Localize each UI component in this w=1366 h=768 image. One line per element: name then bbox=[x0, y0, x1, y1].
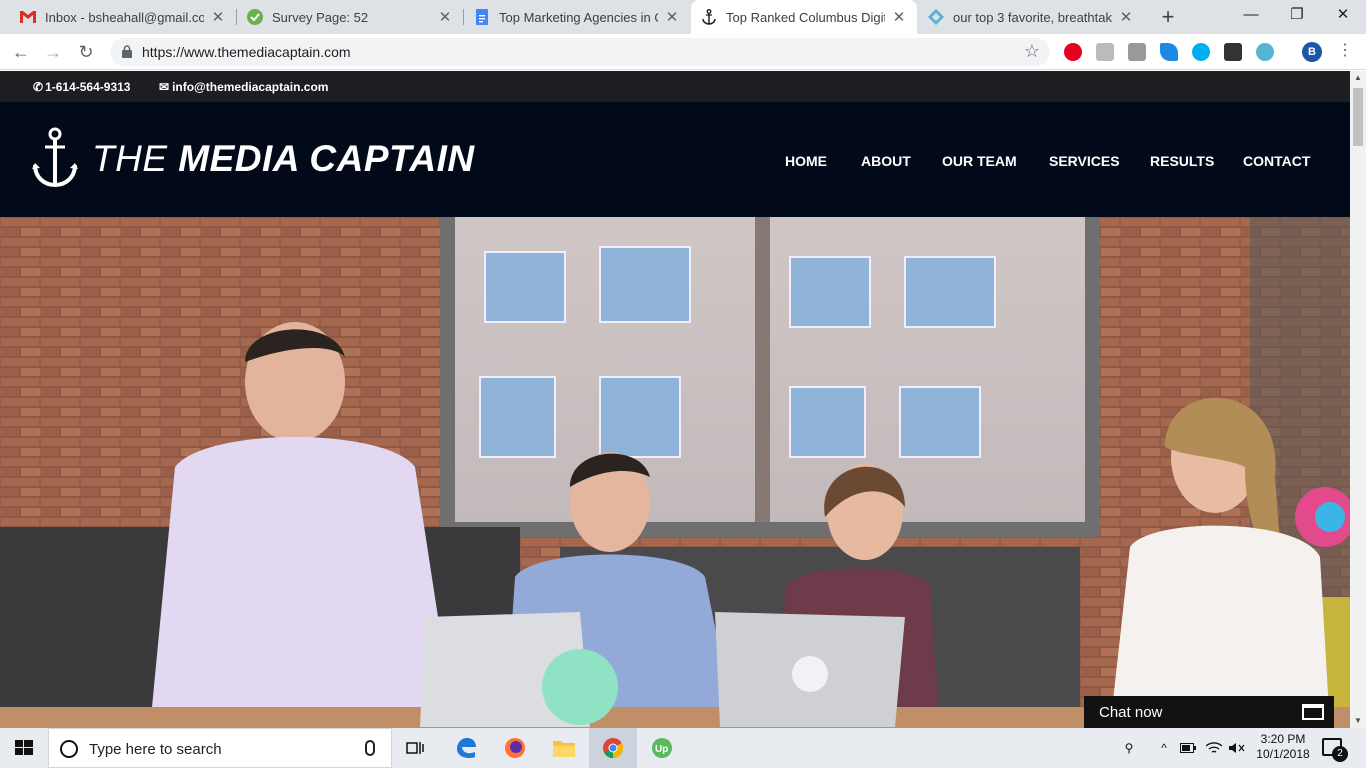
page-scrollbar[interactable]: ▲ ▼ bbox=[1350, 71, 1366, 728]
pinterest-extension-icon[interactable] bbox=[1064, 43, 1082, 61]
volume-muted-icon[interactable] bbox=[1226, 728, 1248, 768]
clock-time: 3:20 PM bbox=[1260, 732, 1306, 746]
close-window-button[interactable]: ✕ bbox=[1320, 0, 1366, 34]
nav-about[interactable]: ABOUT bbox=[861, 153, 911, 169]
logo-bold: MEDIA CAPTAIN bbox=[178, 138, 475, 179]
anchor-icon bbox=[701, 9, 717, 25]
tab-google-doc[interactable]: Top Marketing Agencies in Ohio ✕ bbox=[464, 0, 690, 34]
nav-services[interactable]: SERVICES bbox=[1049, 153, 1120, 169]
browser-menu-icon[interactable]: ⋮ bbox=[1335, 41, 1355, 61]
site-header: THE MEDIA CAPTAIN HOME ABOUT OUR TEAM SE… bbox=[0, 102, 1350, 217]
tab-media-captain[interactable]: Top Ranked Columbus Digital Marketing ✕ bbox=[691, 0, 917, 34]
tab-close-icon[interactable]: ✕ bbox=[891, 8, 907, 26]
dots-extension-icon[interactable] bbox=[1224, 43, 1242, 61]
chrome-icon[interactable] bbox=[589, 728, 637, 768]
web-page: ✆ 1-614-564-9313 ✉ info@themediacaptain.… bbox=[0, 71, 1350, 728]
scrollbar-thumb[interactable] bbox=[1353, 88, 1363, 146]
battery-icon[interactable] bbox=[1178, 728, 1198, 768]
scroll-down-icon[interactable]: ▼ bbox=[1350, 714, 1366, 728]
email-link[interactable]: ✉ info@themediacaptain.com bbox=[159, 80, 328, 94]
url-text: https://www.themediacaptain.com bbox=[142, 44, 351, 60]
hero-team-photo bbox=[0, 217, 1350, 728]
chat-label: Chat now bbox=[1099, 704, 1163, 721]
bookmark-star-icon[interactable]: ☆ bbox=[1024, 41, 1040, 62]
tab-close-icon[interactable]: ✕ bbox=[1118, 8, 1134, 26]
tab-title: our top 3 favorite, breathtaking bbox=[953, 9, 1112, 25]
gmail-icon bbox=[20, 9, 36, 25]
minimize-button[interactable]: — bbox=[1228, 0, 1274, 34]
microphone-icon[interactable] bbox=[365, 740, 375, 756]
survey-check-icon bbox=[247, 9, 263, 25]
tab-close-icon[interactable]: ✕ bbox=[437, 8, 453, 26]
people-icon[interactable]: ⚲ bbox=[1118, 728, 1140, 768]
nav-our-team[interactable]: OUR TEAM bbox=[942, 153, 1017, 169]
chat-window-icon bbox=[1302, 704, 1324, 720]
maximize-button[interactable]: ❐ bbox=[1274, 0, 1320, 34]
task-view-icon[interactable] bbox=[392, 728, 440, 768]
site-logo-text[interactable]: THE MEDIA CAPTAIN bbox=[92, 138, 475, 180]
file-explorer-icon[interactable] bbox=[540, 728, 588, 768]
tab-survey[interactable]: Survey Page: 52 ✕ bbox=[237, 0, 463, 34]
nav-results[interactable]: RESULTS bbox=[1150, 153, 1214, 169]
cortana-icon bbox=[60, 740, 78, 758]
tab-title: Inbox - bsheahall@gmail.com bbox=[45, 9, 204, 25]
email-text: info@themediacaptain.com bbox=[172, 80, 329, 94]
google-docs-icon bbox=[474, 9, 490, 25]
taskbar-search-box[interactable]: Type here to search bbox=[48, 728, 392, 768]
notification-count-badge: 2 bbox=[1332, 746, 1348, 762]
edge-browser-icon[interactable] bbox=[442, 728, 490, 768]
scroll-up-icon[interactable]: ▲ bbox=[1350, 71, 1366, 85]
phone-icon: ✆ bbox=[33, 80, 44, 94]
windows-logo-icon bbox=[15, 740, 33, 755]
tab-favorites[interactable]: our top 3 favorite, breathtaking ✕ bbox=[918, 0, 1144, 34]
phone-link[interactable]: ✆ 1-614-564-9313 bbox=[33, 80, 130, 94]
nav-home[interactable]: HOME bbox=[785, 153, 827, 169]
skype-extension-icon[interactable] bbox=[1192, 43, 1210, 61]
diamond-icon bbox=[928, 9, 944, 25]
wave-extension-icon[interactable] bbox=[1160, 43, 1178, 61]
windows-taskbar: Type here to search Up ⚲ ^ 3:20 PM 10/1/… bbox=[0, 728, 1366, 768]
address-bar[interactable]: https://www.themediacaptain.com ☆ bbox=[110, 38, 1050, 66]
anchor-logo-icon[interactable] bbox=[32, 127, 78, 189]
system-clock[interactable]: 3:20 PM 10/1/2018 bbox=[1252, 732, 1314, 762]
browser-tab-strip: Inbox - bsheahall@gmail.com ✕ Survey Pag… bbox=[0, 0, 1366, 34]
back-button[interactable]: ← bbox=[9, 40, 33, 64]
tab-title: Top Ranked Columbus Digital Marketing bbox=[726, 9, 885, 25]
upwork-icon[interactable]: Up bbox=[638, 728, 686, 768]
nav-contact[interactable]: CONTACT bbox=[1243, 153, 1310, 169]
envelope-icon: ✉ bbox=[159, 80, 170, 94]
reload-button[interactable]: ↻ bbox=[74, 40, 98, 64]
forward-button[interactable]: → bbox=[41, 40, 65, 64]
action-center-icon[interactable]: 2 bbox=[1322, 738, 1348, 762]
search-placeholder: Type here to search bbox=[89, 741, 222, 758]
clock-date: 10/1/2018 bbox=[1256, 747, 1310, 761]
pdf-extension-icon[interactable] bbox=[1096, 43, 1114, 61]
svg-text:Up: Up bbox=[655, 744, 668, 755]
lock-icon bbox=[122, 45, 132, 58]
logo-light: THE bbox=[92, 138, 168, 179]
tab-title: Survey Page: 52 bbox=[272, 9, 369, 25]
tab-gmail[interactable]: Inbox - bsheahall@gmail.com ✕ bbox=[10, 0, 236, 34]
browser-toolbar: ← → ↻ https://www.themediacaptain.com ☆ … bbox=[0, 34, 1366, 70]
tab-close-icon[interactable]: ✕ bbox=[664, 8, 680, 26]
wifi-icon[interactable] bbox=[1203, 728, 1225, 768]
chat-now-widget[interactable]: Chat now bbox=[1084, 696, 1334, 728]
firefox-icon[interactable] bbox=[491, 728, 539, 768]
start-button[interactable] bbox=[0, 728, 48, 768]
diamond-extension-icon[interactable] bbox=[1256, 43, 1274, 61]
phone-text: 1-614-564-9313 bbox=[45, 80, 131, 94]
profile-avatar[interactable]: B bbox=[1302, 42, 1322, 62]
tab-title: Top Marketing Agencies in Ohio bbox=[499, 9, 658, 25]
tab-close-icon[interactable]: ✕ bbox=[210, 8, 226, 26]
contact-bar: ✆ 1-614-564-9313 ✉ info@themediacaptain.… bbox=[0, 71, 1350, 102]
new-tab-button[interactable]: + bbox=[1155, 4, 1181, 30]
tray-chevron-icon[interactable]: ^ bbox=[1154, 728, 1174, 768]
extension-icon[interactable] bbox=[1128, 43, 1146, 61]
